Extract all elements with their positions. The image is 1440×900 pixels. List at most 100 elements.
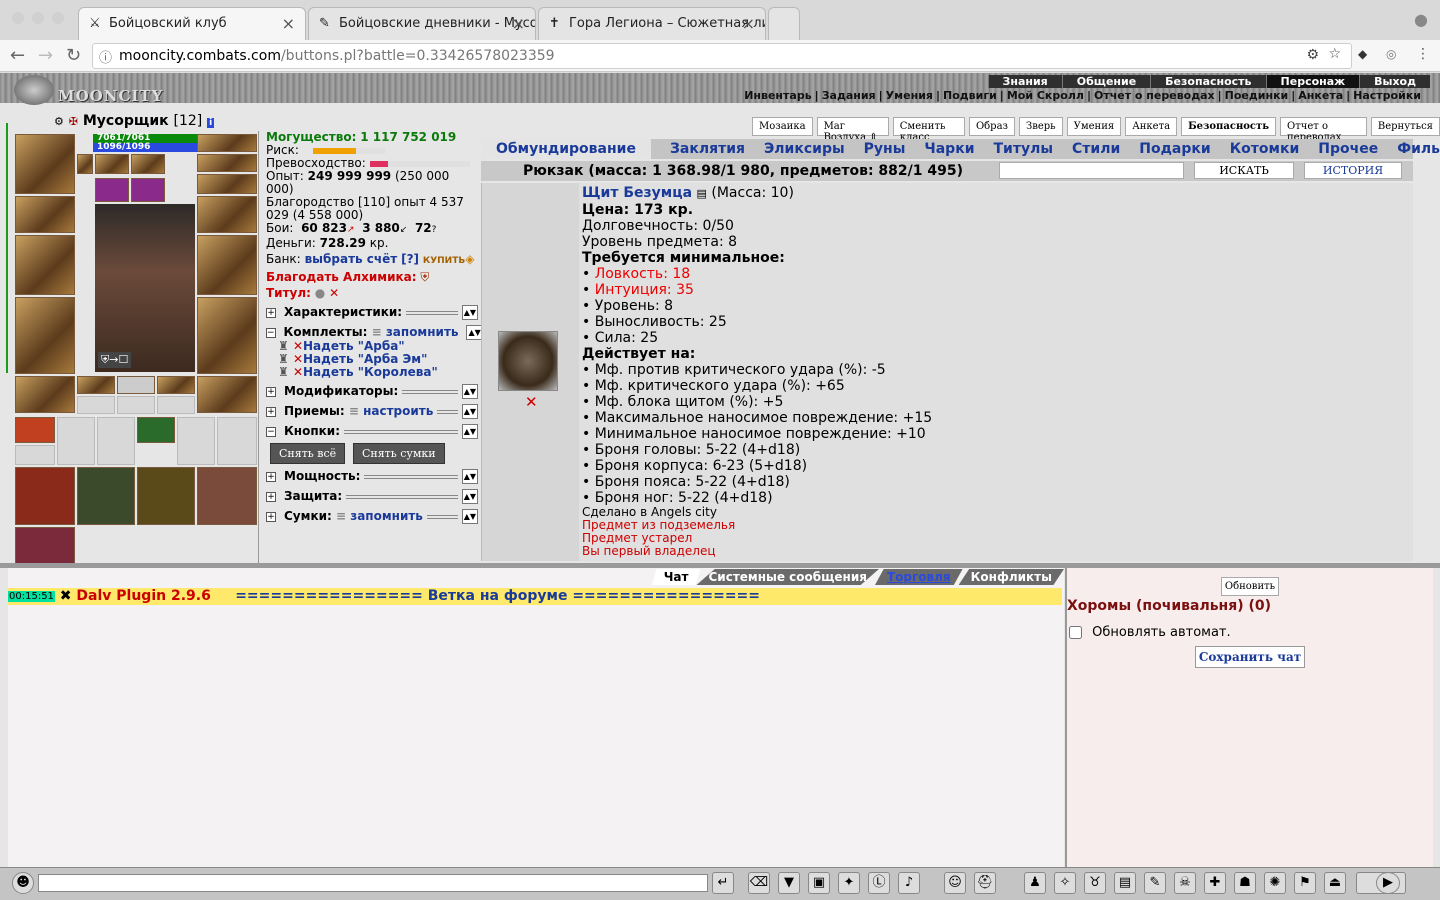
pet-button[interactable]: Зверь xyxy=(1019,117,1063,136)
backpack-search-input[interactable] xyxy=(999,162,1184,179)
item-name-link[interactable]: Щит Безумца xyxy=(582,185,692,201)
expand-icon[interactable]: + xyxy=(266,471,276,482)
submenu-my-scroll[interactable]: Мой Скролл xyxy=(1004,89,1087,102)
smiley-head-icon[interactable]: ☻ xyxy=(12,872,34,894)
profile-icon[interactable]: ● xyxy=(1414,10,1428,29)
buy-link[interactable]: КУПИТЬ xyxy=(423,256,465,266)
expand-icon[interactable]: + xyxy=(266,491,276,502)
menu-communication[interactable]: Общение xyxy=(1061,75,1151,88)
cross-icon[interactable]: ✚ xyxy=(1204,872,1226,894)
ring-slot[interactable] xyxy=(131,154,165,174)
defense-section[interactable]: + Защита: ▲▼ xyxy=(266,489,478,504)
gloves-slot[interactable] xyxy=(197,196,257,233)
security-button[interactable]: Безопасность xyxy=(1181,117,1277,136)
shield-item-image[interactable] xyxy=(498,331,558,391)
submenu-quests[interactable]: Задания xyxy=(819,89,879,102)
bag-slot[interactable] xyxy=(15,527,75,564)
play-icon[interactable]: ▶ xyxy=(1376,872,1400,894)
empty-scroll-slot[interactable] xyxy=(97,417,135,465)
mosaic-button[interactable]: Мозаика xyxy=(752,117,813,136)
change-class-button[interactable]: Сменить класс xyxy=(892,117,965,143)
flag-icon[interactable]: ⚑ xyxy=(1294,872,1316,894)
info-icon[interactable]: i xyxy=(207,118,215,128)
charm-slot[interactable] xyxy=(131,178,165,202)
translit-icon[interactable]: Ⓛ xyxy=(868,872,890,894)
bags-section[interactable]: + Сумки: ≡ запомнить ▲▼ xyxy=(266,509,478,524)
profile-button[interactable]: Анкета xyxy=(1125,117,1178,136)
tab-chat[interactable]: Чат xyxy=(651,569,701,585)
browser-menu-icon[interactable]: ⋮ xyxy=(1416,46,1430,62)
choose-account-link[interactable]: выбрать счёт xyxy=(305,252,398,266)
ring-slots[interactable] xyxy=(197,174,257,194)
offhand-slot[interactable] xyxy=(197,235,257,295)
empty-slot[interactable] xyxy=(157,396,195,414)
filter-icon[interactable]: ▼ xyxy=(778,872,800,894)
techniques-section[interactable]: + Приемы: ≡ настроить ▲▼ xyxy=(266,404,478,419)
reload-icon[interactable]: ↻ xyxy=(66,45,81,66)
buttons-section[interactable]: − Кнопки: ▲▼ xyxy=(266,424,478,439)
boots-slot[interactable] xyxy=(197,376,257,413)
tab-spells[interactable]: Заклятия xyxy=(670,139,745,159)
address-bar[interactable]: ⓘ mooncity.combats.com/buttons.pl?battle… xyxy=(92,43,1352,69)
bracers-slot[interactable] xyxy=(15,196,75,233)
configure-link[interactable]: настроить xyxy=(363,405,433,418)
modifiers-section[interactable]: + Модификаторы: ▲▼ xyxy=(266,384,478,399)
item-slot[interactable] xyxy=(157,376,195,394)
menu-character[interactable]: Персонаж xyxy=(1265,75,1360,88)
submenu-duels[interactable]: Поединки xyxy=(1222,89,1292,102)
tab-other[interactable]: Прочее xyxy=(1318,139,1378,159)
necklace-slot[interactable] xyxy=(197,154,257,172)
document-icon[interactable]: ▤ xyxy=(697,187,707,200)
earring-slot[interactable] xyxy=(197,134,257,152)
spark-icon[interactable]: ✧ xyxy=(1054,872,1076,894)
scroll-arrows-icon[interactable]: ▲▼ xyxy=(461,489,478,504)
message-time[interactable]: 00:15:51 xyxy=(8,590,55,602)
browser-tab-legion[interactable]: ✝ Гора Легиона – Сюжетная ли × xyxy=(538,7,766,40)
close-icon[interactable]: × xyxy=(512,14,525,33)
submenu-inventory[interactable]: Инвентарь xyxy=(741,89,814,102)
charm-slot[interactable] xyxy=(95,178,129,202)
expand-icon[interactable]: + xyxy=(266,386,276,397)
remove-title-icon[interactable]: ✕ xyxy=(329,286,339,300)
empty-scroll-slot[interactable] xyxy=(57,417,95,465)
collapse-icon[interactable]: − xyxy=(266,426,276,437)
scroll-arrows-icon[interactable]: ▲▼ xyxy=(461,384,478,399)
bag-slot[interactable] xyxy=(15,467,75,525)
expand-icon[interactable]: + xyxy=(266,511,276,522)
bag-icon[interactable]: ♉ xyxy=(1084,872,1106,894)
set-item[interactable]: ♜ ✕Надеть "Королева" xyxy=(278,366,478,379)
refresh-button[interactable]: Обновить xyxy=(1221,577,1279,596)
tab-elixirs[interactable]: Эликсиры xyxy=(764,139,845,159)
sets-section[interactable]: − Комплекты: ≡ запомнить ▲▼ xyxy=(266,325,483,340)
tab-bags[interactable]: Котомки xyxy=(1230,139,1300,159)
empty-slot[interactable] xyxy=(117,396,155,414)
browser-tab-fight-club[interactable]: ⚔ Бойцовский клуб × xyxy=(78,7,306,40)
scroll-arrows-icon[interactable]: ▲▼ xyxy=(461,404,478,419)
forum-link[interactable]: ================ Ветка на форуме =======… xyxy=(235,588,760,604)
mask-icon[interactable]: ☠ xyxy=(1174,872,1196,894)
smile-icon[interactable]: ☺ xyxy=(944,872,966,894)
browser-tab-diaries[interactable]: ✎ Бойцовские дневники - Мусо × xyxy=(308,7,536,40)
tab-trade[interactable]: Торговля xyxy=(874,569,963,585)
submenu-settings[interactable]: Настройки xyxy=(1350,89,1424,102)
armor-slot[interactable] xyxy=(15,297,75,374)
chat-input[interactable] xyxy=(38,874,708,892)
return-button[interactable]: Вернуться xyxy=(1370,117,1440,136)
minimize-window-button[interactable] xyxy=(32,12,44,24)
weapon-slot[interactable] xyxy=(15,235,75,295)
book-icon[interactable]: ▣ xyxy=(808,872,830,894)
power-section[interactable]: + Мощность: ▲▼ xyxy=(266,469,478,484)
tab-runes[interactable]: Руны xyxy=(864,139,906,159)
wear-set-link[interactable]: Надеть "Арба" xyxy=(303,339,405,353)
empty-scroll-slot[interactable] xyxy=(177,417,215,465)
bag-slot[interactable] xyxy=(137,467,195,525)
wear-set-link[interactable]: Надеть "Королева" xyxy=(303,365,438,379)
scroll-slot[interactable] xyxy=(15,417,55,443)
tab-conflicts[interactable]: Конфликты xyxy=(958,569,1064,585)
submenu-transfers-report[interactable]: Отчет о переводах xyxy=(1091,89,1218,102)
history-button[interactable]: ИСТОРИЯ xyxy=(1304,162,1402,179)
empty-scroll-slot[interactable] xyxy=(15,445,55,465)
scroll-slot[interactable] xyxy=(137,417,175,443)
character-icon[interactable]: ♟ xyxy=(1024,872,1046,894)
extension-swirl-icon[interactable]: ◎ xyxy=(1386,47,1396,61)
